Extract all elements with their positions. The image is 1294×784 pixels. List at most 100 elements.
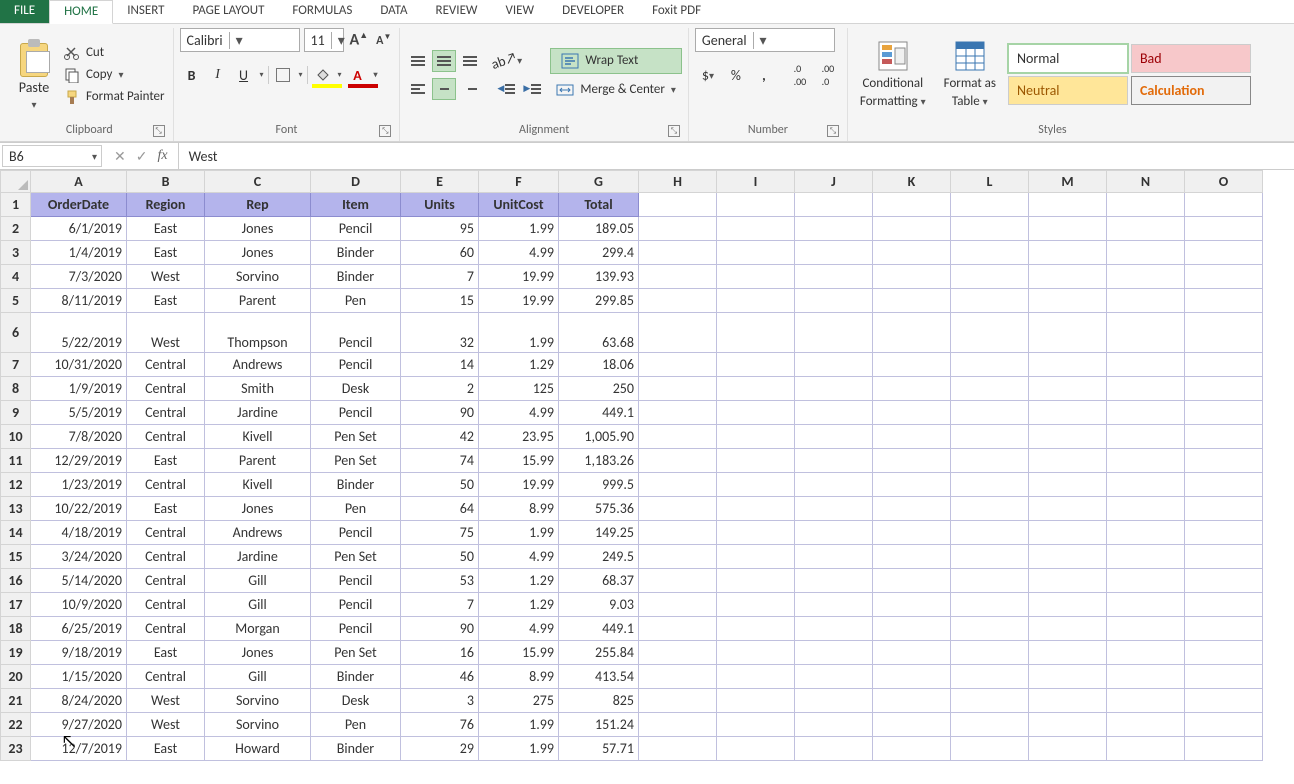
grow-font-button[interactable]: A▲ xyxy=(348,30,371,49)
cell[interactable]: 139.93 xyxy=(559,265,639,289)
cell[interactable] xyxy=(873,425,951,449)
select-all-corner[interactable] xyxy=(1,171,31,193)
cell[interactable]: 95 xyxy=(401,217,479,241)
cell[interactable] xyxy=(1029,641,1107,665)
cell[interactable]: 12/7/2019 xyxy=(31,737,127,761)
tab-view[interactable]: VIEW xyxy=(492,0,549,23)
cell[interactable] xyxy=(951,193,1029,217)
table-header-cell[interactable]: OrderDate xyxy=(31,193,127,217)
cell[interactable] xyxy=(717,193,795,217)
increase-indent-button[interactable]: ▶ xyxy=(520,78,544,100)
cell[interactable] xyxy=(873,289,951,313)
cell[interactable]: 5/14/2020 xyxy=(31,569,127,593)
cell[interactable]: Jones xyxy=(205,241,311,265)
cell[interactable] xyxy=(1029,473,1107,497)
row-header[interactable]: 15 xyxy=(1,545,31,569)
cell[interactable]: Pen Set xyxy=(311,449,401,473)
merge-center-button[interactable]: Merge & Center ▾ xyxy=(550,78,682,102)
cell[interactable] xyxy=(1029,289,1107,313)
cell[interactable] xyxy=(1107,241,1185,265)
cell[interactable]: 1.29 xyxy=(479,569,559,593)
cell[interactable]: Binder xyxy=(311,241,401,265)
cell[interactable] xyxy=(1185,569,1263,593)
chevron-down-icon[interactable]: ▾ xyxy=(229,32,245,49)
cell[interactable]: 1/4/2019 xyxy=(31,241,127,265)
decrease-decimal-button[interactable]: .00.0 xyxy=(815,64,841,86)
cell[interactable] xyxy=(873,617,951,641)
column-header[interactable]: M xyxy=(1029,171,1107,193)
cell[interactable] xyxy=(873,569,951,593)
cell[interactable] xyxy=(1107,353,1185,377)
cell[interactable]: Jones xyxy=(205,641,311,665)
column-header[interactable]: E xyxy=(401,171,479,193)
cell[interactable]: 825 xyxy=(559,689,639,713)
cell[interactable]: 575.36 xyxy=(559,497,639,521)
cell[interactable]: 9.03 xyxy=(559,593,639,617)
cell[interactable] xyxy=(873,401,951,425)
cell[interactable] xyxy=(639,193,717,217)
cell[interactable] xyxy=(717,545,795,569)
cell[interactable]: Gill xyxy=(205,593,311,617)
cell[interactable] xyxy=(717,569,795,593)
cell[interactable]: Sorvino xyxy=(205,713,311,737)
row-header[interactable]: 18 xyxy=(1,617,31,641)
cell[interactable]: East xyxy=(127,641,205,665)
cell[interactable]: 151.24 xyxy=(559,713,639,737)
cell[interactable] xyxy=(639,265,717,289)
paste-button[interactable]: Paste ▾ xyxy=(12,35,56,115)
align-bottom-button[interactable] xyxy=(458,50,482,72)
cell[interactable]: West xyxy=(127,265,205,289)
row-header[interactable]: 9 xyxy=(1,401,31,425)
cell[interactable]: 1/9/2019 xyxy=(31,377,127,401)
chevron-down-icon[interactable]: ▾ xyxy=(92,150,97,163)
cell[interactable]: 4.99 xyxy=(479,401,559,425)
cell[interactable] xyxy=(639,217,717,241)
cell[interactable]: Gill xyxy=(205,665,311,689)
cell[interactable] xyxy=(795,401,873,425)
cell[interactable]: 1.99 xyxy=(479,713,559,737)
cell[interactable] xyxy=(873,689,951,713)
column-header[interactable]: N xyxy=(1107,171,1185,193)
style-normal[interactable]: Normal xyxy=(1008,44,1128,73)
percent-format-button[interactable]: % xyxy=(723,64,749,86)
row-header[interactable]: 8 xyxy=(1,377,31,401)
cell[interactable] xyxy=(1029,449,1107,473)
tab-page-layout[interactable]: PAGE LAYOUT xyxy=(179,0,279,23)
row-header[interactable]: 6 xyxy=(1,313,31,353)
cell[interactable] xyxy=(717,617,795,641)
cell[interactable]: 14 xyxy=(401,353,479,377)
cell[interactable]: Central xyxy=(127,569,205,593)
tab-home[interactable]: HOME xyxy=(49,0,113,24)
cell[interactable]: 42 xyxy=(401,425,479,449)
cell[interactable] xyxy=(1029,737,1107,761)
cell[interactable] xyxy=(1029,617,1107,641)
row-header[interactable]: 23 xyxy=(1,737,31,761)
format-painter-button[interactable]: Format Painter xyxy=(62,88,167,106)
cell[interactable]: 189.05 xyxy=(559,217,639,241)
tab-review[interactable]: REVIEW xyxy=(422,0,492,23)
cell[interactable] xyxy=(1029,425,1107,449)
cell[interactable] xyxy=(717,313,795,353)
align-center-button[interactable] xyxy=(432,78,456,100)
copy-button[interactable]: Copy ▾ xyxy=(62,66,167,84)
decrease-indent-button[interactable]: ◀ xyxy=(494,78,518,100)
cell[interactable] xyxy=(951,737,1029,761)
cell[interactable] xyxy=(639,313,717,353)
cell[interactable] xyxy=(639,665,717,689)
cell[interactable] xyxy=(1029,401,1107,425)
accounting-format-button[interactable]: $ ▾ xyxy=(695,64,721,86)
cell[interactable] xyxy=(717,217,795,241)
cell[interactable] xyxy=(951,617,1029,641)
cell[interactable] xyxy=(1029,521,1107,545)
cell[interactable]: 8/24/2020 xyxy=(31,689,127,713)
cell[interactable] xyxy=(1107,545,1185,569)
cell[interactable]: 7/3/2020 xyxy=(31,265,127,289)
tab-data[interactable]: DATA xyxy=(366,0,421,23)
row-header[interactable]: 16 xyxy=(1,569,31,593)
cell[interactable]: 8.99 xyxy=(479,497,559,521)
cell[interactable]: Binder xyxy=(311,665,401,689)
cell[interactable] xyxy=(873,449,951,473)
cut-button[interactable]: Cut xyxy=(62,44,167,62)
row-header[interactable]: 13 xyxy=(1,497,31,521)
cell[interactable]: 50 xyxy=(401,545,479,569)
